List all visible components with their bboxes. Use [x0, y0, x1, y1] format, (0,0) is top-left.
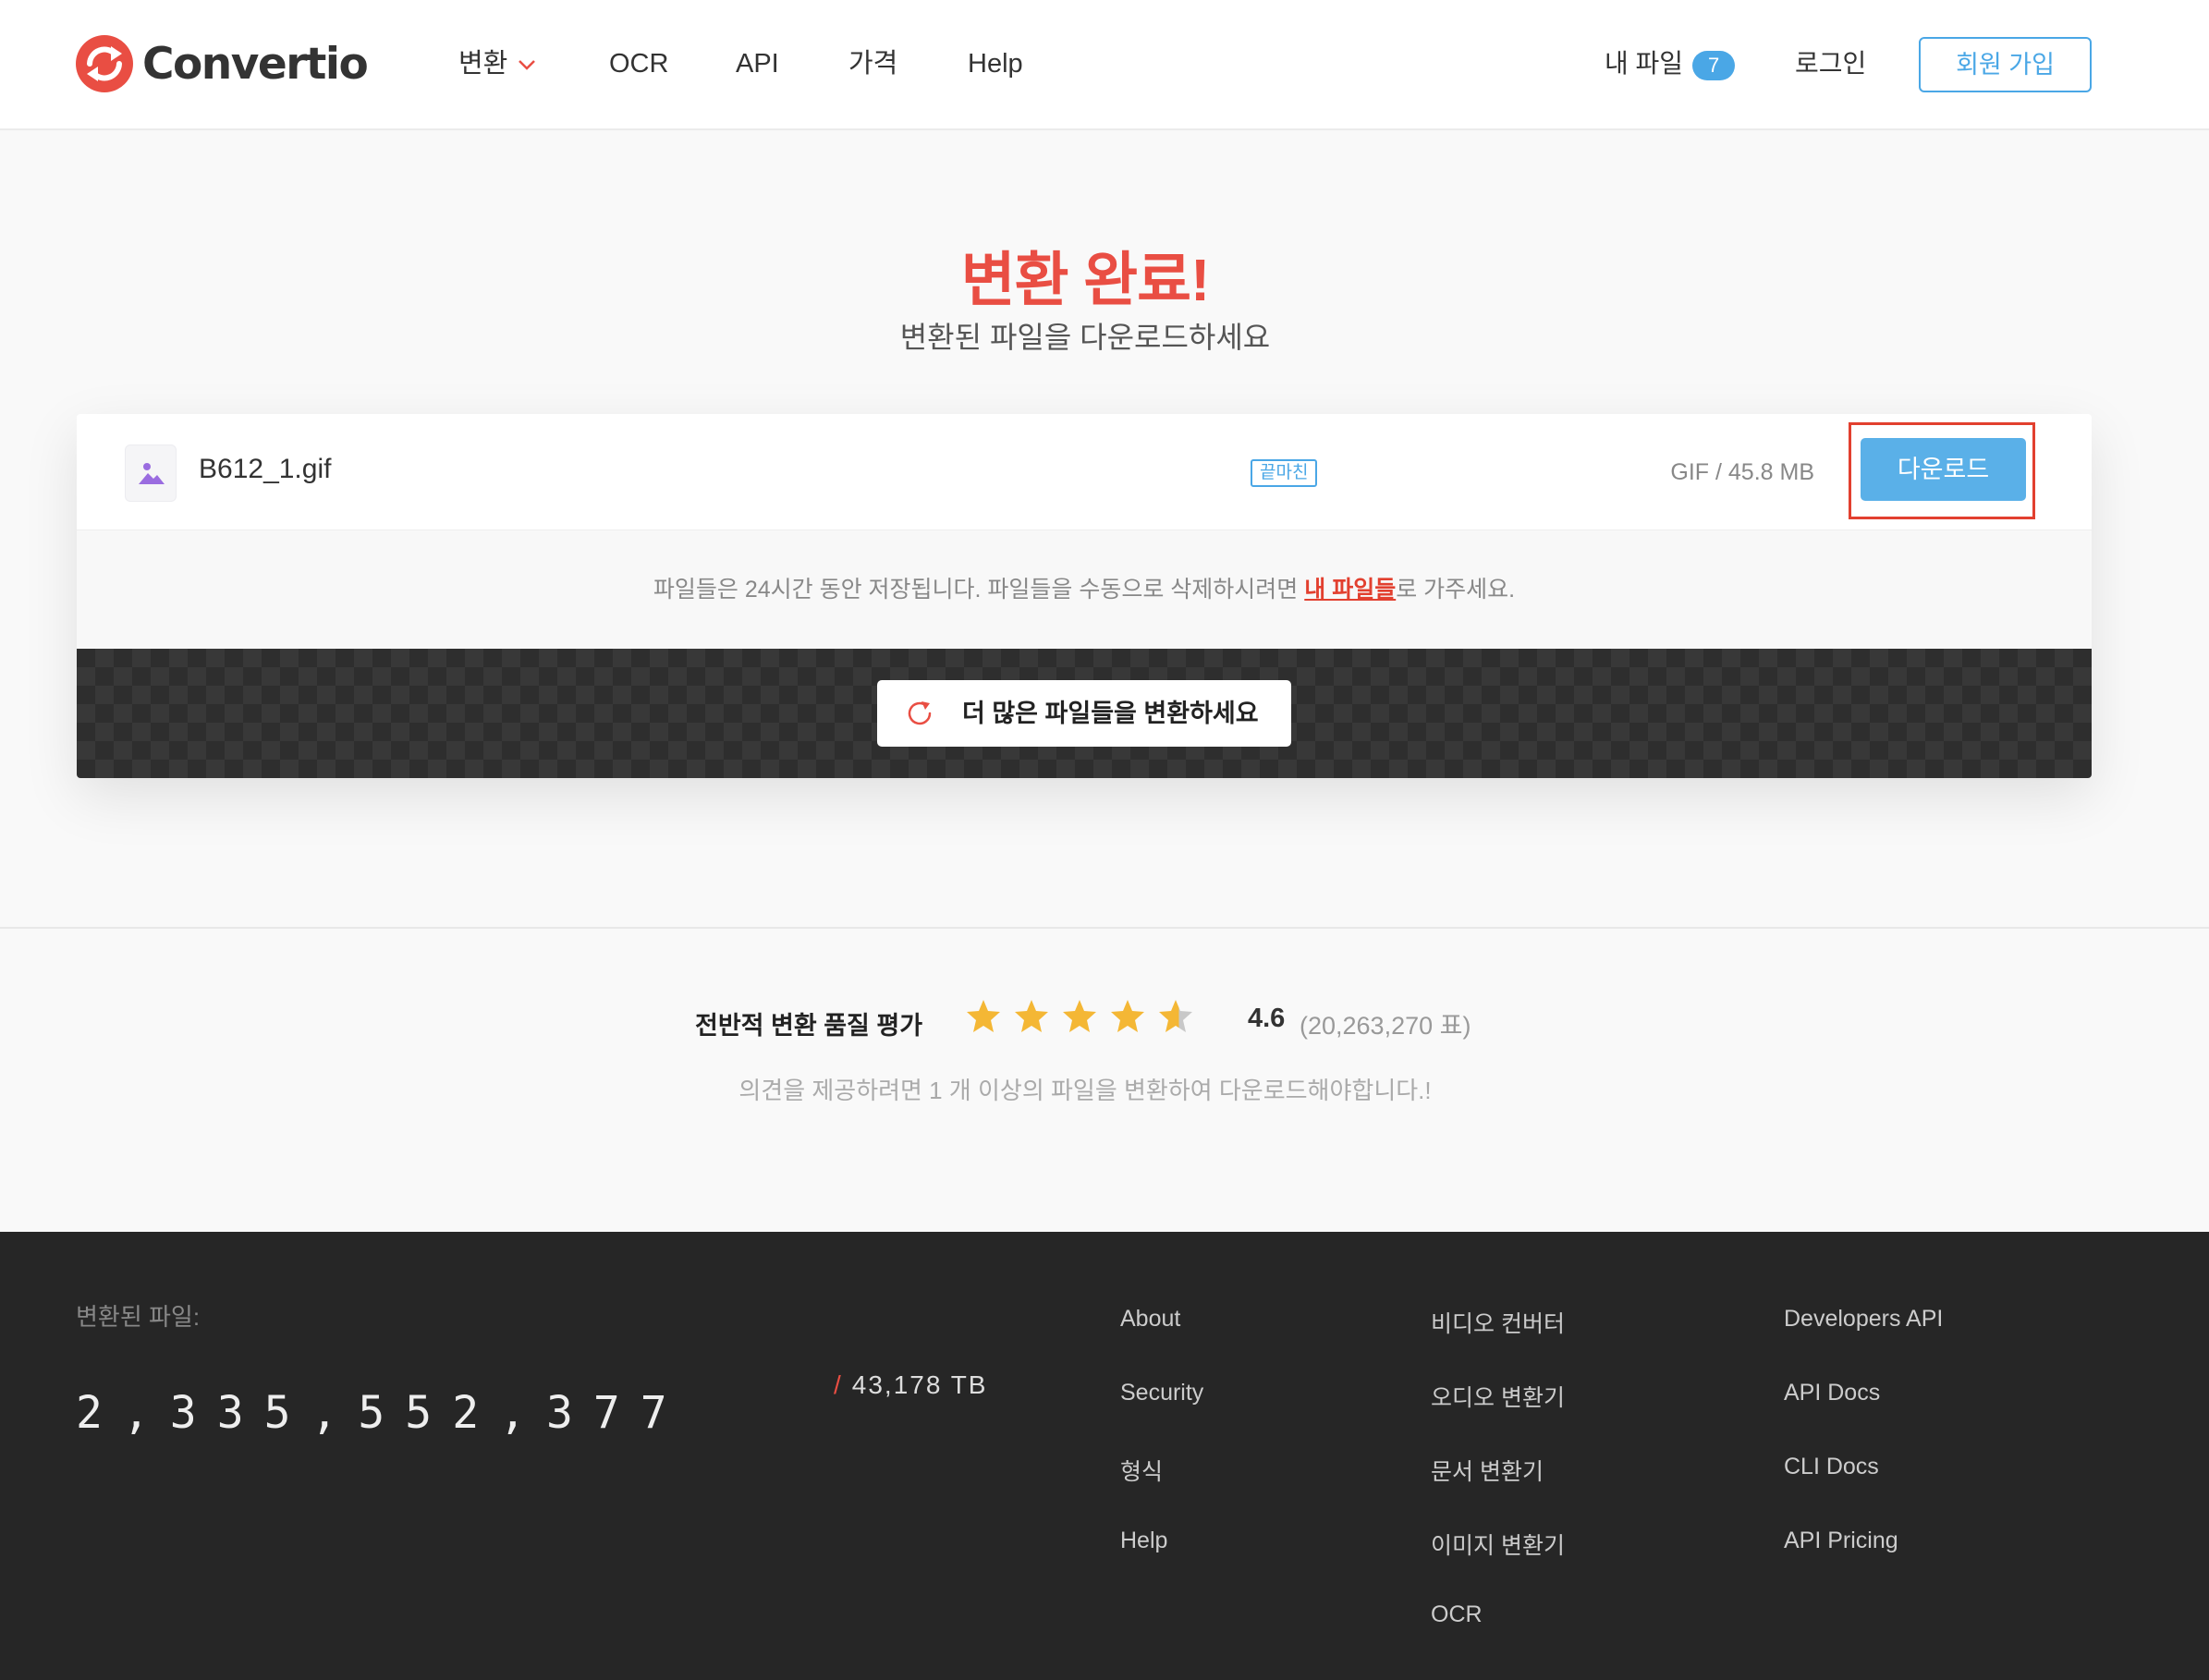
- footer-link-document-converter[interactable]: 문서 변환기: [1431, 1454, 1544, 1487]
- storage-notice-tail: 로 가주세요.: [1396, 577, 1516, 603]
- footer-link-about[interactable]: About: [1120, 1306, 1180, 1333]
- star-icon[interactable]: [1157, 998, 1194, 1035]
- my-files-link[interactable]: 내 파일 7: [1605, 43, 1736, 85]
- footer-link-help[interactable]: Help: [1120, 1528, 1167, 1554]
- page-title: 변환 완료!: [960, 247, 1211, 313]
- nav-pricing[interactable]: 가격: [848, 43, 897, 85]
- storage-notice: 파일들은 24시간 동안 저장됩니다. 파일들을 수동으로 삭제하시려면 내 파…: [77, 530, 2092, 649]
- convert-more-label: 더 많은 파일들을 변환하세요: [962, 700, 1259, 727]
- my-files-inline-link[interactable]: 내 파일들: [1304, 577, 1396, 603]
- footer-link-developers-api[interactable]: Developers API: [1784, 1306, 1943, 1333]
- file-name: B612_1.gif: [199, 454, 332, 484]
- footer: 변환된 파일: 2,335,552,377 / 43,178 TB About S…: [0, 1232, 2209, 1680]
- convertio-logo-icon: [76, 35, 133, 92]
- star-icon[interactable]: [1061, 998, 1098, 1035]
- convert-more-bar: 더 많은 파일들을 변환하세요: [77, 649, 2092, 778]
- star-icon[interactable]: [1109, 998, 1146, 1035]
- login-link[interactable]: 로그인: [1795, 43, 1866, 85]
- slash-separator: /: [834, 1370, 843, 1399]
- rating-score: 4.6: [1248, 1004, 1286, 1033]
- nav-ocr[interactable]: OCR: [609, 43, 668, 85]
- download-button[interactable]: 다운로드: [1861, 438, 2026, 501]
- chevron-down-icon: [519, 60, 536, 71]
- converted-volume: / 43,178 TB: [834, 1370, 987, 1400]
- star-icon[interactable]: [1013, 998, 1050, 1035]
- footer-link-formats[interactable]: 형식: [1120, 1454, 1163, 1487]
- rating-hint: 의견을 제공하려면 1 개 이상의 파일을 변환하여 다운로드해야합니다.!: [738, 1077, 1432, 1104]
- nav-help[interactable]: Help: [968, 43, 1023, 85]
- file-meta: GIF / 45.8 MB: [1670, 459, 1814, 485]
- footer-link-image-converter[interactable]: 이미지 변환기: [1431, 1528, 1565, 1561]
- refresh-icon: [908, 701, 932, 725]
- page-subtitle: 변환된 파일을 다운로드하세요: [899, 321, 1271, 354]
- my-files-label: 내 파일: [1605, 49, 1684, 78]
- converted-files-counter: 2,335,552,377: [76, 1387, 688, 1439]
- footer-link-security[interactable]: Security: [1120, 1380, 1203, 1406]
- convert-more-button[interactable]: 더 많은 파일들을 변환하세요: [877, 680, 1291, 747]
- signup-button[interactable]: 회원 가입: [1919, 37, 2092, 92]
- footer-link-video-converter[interactable]: 비디오 컨버터: [1431, 1306, 1565, 1339]
- footer-link-api-docs[interactable]: API Docs: [1784, 1380, 1880, 1406]
- my-files-count-badge: 7: [1692, 50, 1736, 80]
- result-card: B612_1.gif 끝마친 GIF / 45.8 MB 다운로드 파일들은 2…: [77, 414, 2092, 778]
- status-badge: 끝마친: [1251, 459, 1318, 487]
- nav-api[interactable]: API: [736, 43, 779, 85]
- star-icon[interactable]: [965, 998, 1002, 1035]
- header: Convertio 변환 OCR API 가격 Help 내 파일 7 로그인 회…: [0, 0, 2209, 130]
- converted-volume-value: 43,178 TB: [851, 1370, 988, 1399]
- nav-convert-label: 변환: [458, 49, 508, 79]
- footer-link-ocr[interactable]: OCR: [1431, 1601, 1483, 1628]
- image-file-icon: [125, 444, 177, 502]
- footer-link-api-pricing[interactable]: API Pricing: [1784, 1528, 1898, 1554]
- rating-votes: (20,263,270 표): [1300, 1012, 1471, 1040]
- section-divider: [0, 927, 2209, 929]
- storage-notice-text: 파일들은 24시간 동안 저장됩니다. 파일들을 수동으로 삭제하시려면: [653, 577, 1305, 603]
- file-row: B612_1.gif 끝마친 GIF / 45.8 MB 다운로드: [77, 414, 2092, 530]
- footer-link-cli-docs[interactable]: CLI Docs: [1784, 1454, 1879, 1480]
- footer-link-audio-converter[interactable]: 오디오 변환기: [1431, 1380, 1565, 1413]
- logo[interactable]: Convertio: [76, 35, 369, 92]
- logo-text: Convertio: [142, 38, 369, 90]
- nav-convert[interactable]: 변환: [458, 43, 537, 85]
- rating-label: 전반적 변환 품질 평가: [695, 1012, 923, 1040]
- converted-files-label: 변환된 파일:: [76, 1303, 201, 1331]
